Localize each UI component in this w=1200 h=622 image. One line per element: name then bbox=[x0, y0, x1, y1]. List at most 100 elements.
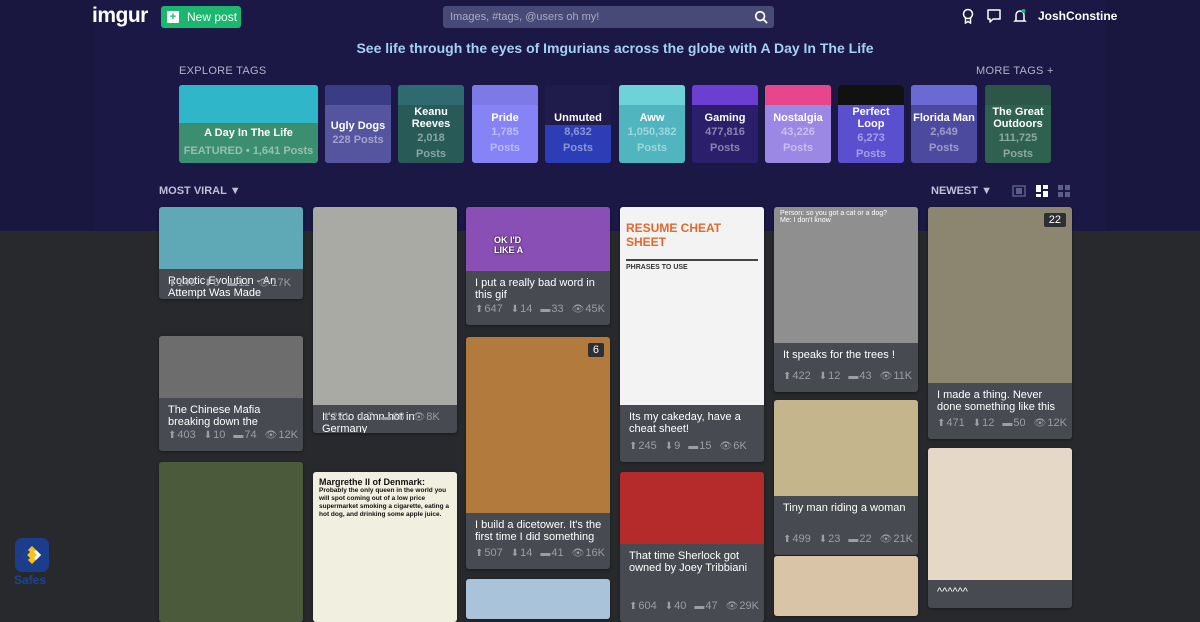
post-thumbnail[interactable] bbox=[928, 448, 1072, 580]
post-card[interactable]: Tiny man riding a woman ⬆ 499 ⬇ 23 ▬ 22 👁 21K bbox=[774, 400, 918, 555]
tag-name: Ugly Dogs bbox=[330, 120, 386, 132]
post-card[interactable]: Robotic Evolution - An Attempt Was Made ⬆… bbox=[159, 207, 303, 299]
tag-card[interactable]: A Day In The Life FEATURED • 1,641 Posts bbox=[179, 85, 318, 163]
tag-card[interactable]: Perfect Loop 6,273 Posts bbox=[838, 85, 904, 163]
post-thumbnail[interactable] bbox=[928, 207, 1072, 383]
post-card[interactable]: ^^^^^^ bbox=[928, 448, 1072, 608]
downvote-icon: ⬇ bbox=[664, 600, 674, 612]
post-title[interactable]: Its my cakeday, have a cheat sheet! bbox=[629, 411, 757, 435]
uniform-grid-view-icon[interactable] bbox=[1058, 185, 1070, 197]
sort-most-viral[interactable]: MOST VIRAL ▼ bbox=[159, 185, 241, 197]
downvote-count[interactable]: ⬇ 9 bbox=[665, 440, 681, 452]
post-stats: ⬆ 403 ⬇ 10 ▬ 74 👁 12K bbox=[168, 429, 298, 441]
post-thumbnail[interactable] bbox=[774, 556, 918, 616]
comment-count-value: 74 bbox=[244, 429, 257, 441]
post-card[interactable] bbox=[159, 462, 303, 622]
downvote-count[interactable]: ⬇ 23 bbox=[819, 533, 841, 545]
upvote-count[interactable]: ⬆ 499 bbox=[783, 533, 811, 545]
tag-card[interactable]: Ugly Dogs 228 Posts bbox=[325, 85, 391, 163]
grid-view-icon[interactable] bbox=[1036, 185, 1048, 197]
post-thumbnail[interactable] bbox=[159, 336, 303, 398]
downvote-count[interactable]: ⬇ 12 bbox=[973, 417, 995, 429]
tag-card[interactable]: Aww 1,050,382 Posts bbox=[619, 85, 685, 163]
upvote-count[interactable]: ⬆ 146 bbox=[168, 277, 196, 289]
tag-card[interactable]: Unmuted 8,632 Posts bbox=[545, 85, 611, 163]
post-thumbnail[interactable] bbox=[159, 462, 303, 622]
tag-card[interactable]: Gaming 477,816 Posts bbox=[692, 85, 758, 163]
tag-card[interactable]: The Great Outdoors 111,725 Posts bbox=[985, 85, 1051, 163]
downvote-count-value: 23 bbox=[828, 533, 841, 545]
comment-count-value: 33 bbox=[551, 303, 564, 315]
tag-card[interactable]: Pride 1,785 Posts bbox=[472, 85, 538, 163]
post-thumbnail[interactable] bbox=[466, 579, 610, 619]
upvote-count[interactable]: ⬆ 251 bbox=[322, 411, 350, 423]
post-thumbnail[interactable] bbox=[774, 400, 918, 496]
new-post-button[interactable]: + New post bbox=[161, 6, 241, 28]
promo-banner[interactable]: See life through the eyes of Imgurians a… bbox=[0, 40, 1200, 56]
tag-card[interactable]: Keanu Reeves 2,018 Posts bbox=[398, 85, 464, 163]
post-card[interactable]: It's too damn hot in Germany ⬆ 251 ⬇ 7 ▬ 68 👁 8K bbox=[313, 207, 457, 433]
tag-card[interactable]: Nostalgia 43,226 Posts bbox=[765, 85, 831, 163]
upvote-count[interactable]: ⬆ 604 bbox=[629, 600, 657, 612]
downvote-count[interactable]: ⬇ 14 bbox=[511, 303, 533, 315]
post-card[interactable]: OK I'D LIKE A I put a really bad word in … bbox=[466, 207, 610, 325]
downvote-count[interactable]: ⬇ 10 bbox=[204, 429, 226, 441]
view-count: 👁 12K bbox=[265, 429, 298, 441]
upvote-count[interactable]: ⬆ 403 bbox=[168, 429, 196, 441]
tag-posts-label: Posts bbox=[637, 142, 667, 154]
tag-card[interactable]: Florida Man 2,649 Posts bbox=[911, 85, 977, 163]
post-thumbnail[interactable]: Person: so you got a cat or a dog? Me: I … bbox=[774, 207, 918, 343]
upvote-count[interactable]: ⬆ 422 bbox=[783, 370, 811, 382]
post-thumbnail[interactable] bbox=[466, 337, 610, 513]
post-card[interactable] bbox=[774, 556, 918, 616]
safes-app-icon[interactable] bbox=[15, 538, 49, 572]
upvote-count[interactable]: ⬆ 471 bbox=[937, 417, 965, 429]
downvote-count[interactable]: ⬇ 6 bbox=[204, 277, 220, 289]
medal-icon[interactable] bbox=[960, 8, 976, 24]
downvote-count[interactable]: ⬇ 7 bbox=[358, 411, 374, 423]
upvote-count[interactable]: ⬆ 245 bbox=[629, 440, 657, 452]
single-column-view-icon[interactable] bbox=[1012, 185, 1026, 197]
post-card[interactable]: RESUME CHEAT SHEET PHRASES TO USE Its my c… bbox=[620, 207, 764, 462]
post-card[interactable] bbox=[466, 579, 610, 619]
downvote-count[interactable]: ⬇ 14 bbox=[511, 547, 533, 559]
post-title[interactable]: ^^^^^^ bbox=[937, 586, 1065, 608]
username[interactable]: JoshConstine bbox=[1038, 9, 1117, 23]
post-title[interactable]: That time Sherlock got owned by Joey Tri… bbox=[629, 550, 757, 574]
post-title[interactable]: The Chinese Mafia breaking down the bbox=[168, 404, 296, 428]
sort-label: NEWEST bbox=[931, 185, 979, 197]
downvote-count[interactable]: ⬇ 12 bbox=[819, 370, 841, 382]
post-card[interactable]: 22 I made a thing. Never done something l… bbox=[928, 207, 1072, 439]
post-thumbnail[interactable]: RESUME CHEAT SHEET PHRASES TO USE bbox=[620, 207, 764, 405]
post-title[interactable]: Tiny man riding a woman bbox=[783, 502, 911, 526]
post-thumbnail[interactable] bbox=[159, 207, 303, 269]
comment-icon: ▬ bbox=[848, 370, 859, 382]
chat-icon[interactable] bbox=[986, 8, 1002, 24]
post-thumbnail[interactable]: OK I'D LIKE A bbox=[466, 207, 610, 271]
post-thumbnail[interactable] bbox=[620, 472, 764, 544]
upvote-count[interactable]: ⬆ 647 bbox=[475, 303, 503, 315]
post-card[interactable]: Person: so you got a cat or a dog? Me: I … bbox=[774, 207, 918, 392]
upvote-count[interactable]: ⬆ 507 bbox=[475, 547, 503, 559]
more-tags-link[interactable]: MORE TAGS + bbox=[976, 65, 1054, 77]
sort-newest[interactable]: NEWEST ▼ bbox=[931, 185, 992, 197]
post-title[interactable]: I put a really bad word in this gif bbox=[475, 277, 603, 301]
post-title[interactable]: I made a thing. Never done something lik… bbox=[937, 389, 1065, 413]
post-thumbnail[interactable] bbox=[313, 207, 457, 405]
downvote-count[interactable]: ⬇ 40 bbox=[665, 600, 687, 612]
upvote-count-value: 647 bbox=[484, 303, 503, 315]
search-icon[interactable] bbox=[754, 10, 768, 24]
tag-posts-label: Posts bbox=[929, 142, 959, 154]
downvote-count-value: 12 bbox=[828, 370, 841, 382]
bell-icon[interactable] bbox=[1012, 8, 1028, 24]
imgur-logo[interactable]: imgur bbox=[92, 4, 148, 28]
upvote-count-value: 507 bbox=[484, 547, 503, 559]
search-input[interactable]: Images, #tags, @users oh my! bbox=[443, 6, 774, 28]
post-card[interactable]: The Chinese Mafia breaking down the ⬆ 403 ⬇… bbox=[159, 336, 303, 451]
post-card[interactable]: 6 I build a dicetower. It's the first tim… bbox=[466, 337, 610, 569]
upvote-count-value: 422 bbox=[792, 370, 811, 382]
post-title[interactable]: I build a dicetower. It's the first time… bbox=[475, 519, 603, 543]
image-chat-line: Person: so you got a cat or a dog? bbox=[780, 210, 888, 217]
comment-count-value: 41 bbox=[551, 547, 564, 559]
tag-artwork bbox=[398, 85, 464, 105]
